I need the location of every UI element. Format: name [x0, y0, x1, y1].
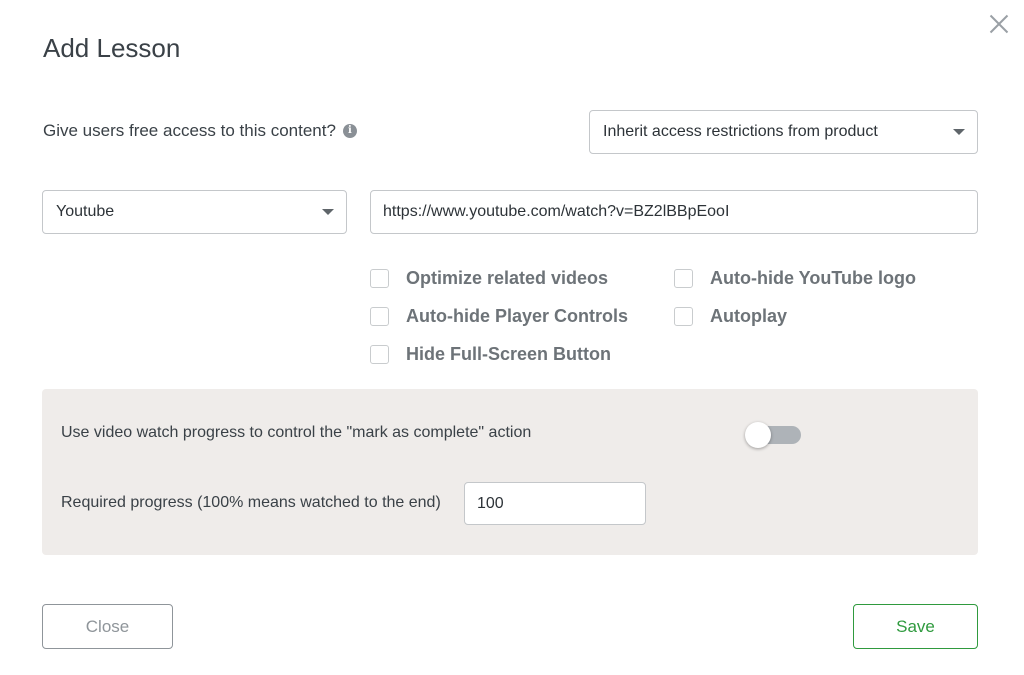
access-restriction-value: Inherit access restrictions from product	[603, 123, 878, 140]
autoplay-checkbox[interactable]: Autoplay	[674, 306, 787, 327]
optimize-related-checkbox[interactable]: Optimize related videos	[370, 268, 608, 289]
checkbox-box[interactable]	[674, 269, 693, 288]
access-restriction-select[interactable]: Inherit access restrictions from product	[589, 110, 978, 154]
checkbox-label: Hide Full-Screen Button	[406, 344, 612, 364]
required-progress-input[interactable]	[464, 482, 646, 525]
dialog-title: Add Lesson	[43, 33, 181, 63]
checkbox-label: Optimize related videos	[406, 268, 609, 288]
video-source-value: Youtube	[56, 203, 115, 220]
close-icon[interactable]	[987, 12, 1011, 36]
free-access-label: Give users free access to this content? …	[43, 121, 357, 141]
checkbox-box[interactable]	[370, 269, 389, 288]
checkbox-label: Auto-hide YouTube logo	[710, 268, 916, 288]
checkbox-label: Autoplay	[710, 306, 788, 326]
chevron-down-icon	[322, 209, 334, 215]
video-url-input[interactable]	[370, 190, 978, 234]
hide-fullscreen-checkbox[interactable]: Hide Full-Screen Button	[370, 344, 611, 365]
checkbox-box[interactable]	[370, 345, 389, 364]
checkbox-box[interactable]	[370, 307, 389, 326]
add-lesson-dialog: Add Lesson Give users free access to thi…	[0, 0, 1024, 675]
toggle-knob	[745, 422, 771, 448]
required-progress-label: Required progress (100% means watched to…	[61, 494, 441, 511]
close-button[interactable]: Close	[42, 604, 173, 649]
save-button[interactable]: Save	[853, 604, 978, 649]
video-source-select[interactable]: Youtube	[42, 190, 347, 234]
autohide-controls-checkbox[interactable]: Auto-hide Player Controls	[370, 306, 628, 327]
autohide-logo-checkbox[interactable]: Auto-hide YouTube logo	[674, 268, 916, 289]
watch-progress-toggle-label: Use video watch progress to control the …	[61, 424, 532, 441]
watch-progress-toggle[interactable]	[745, 422, 803, 448]
watch-progress-panel	[42, 389, 978, 555]
free-access-label-text: Give users free access to this content?	[43, 121, 336, 140]
chevron-down-icon	[953, 129, 965, 135]
checkbox-box[interactable]	[674, 307, 693, 326]
info-icon[interactable]: i	[342, 124, 357, 138]
checkbox-label: Auto-hide Player Controls	[406, 306, 629, 326]
